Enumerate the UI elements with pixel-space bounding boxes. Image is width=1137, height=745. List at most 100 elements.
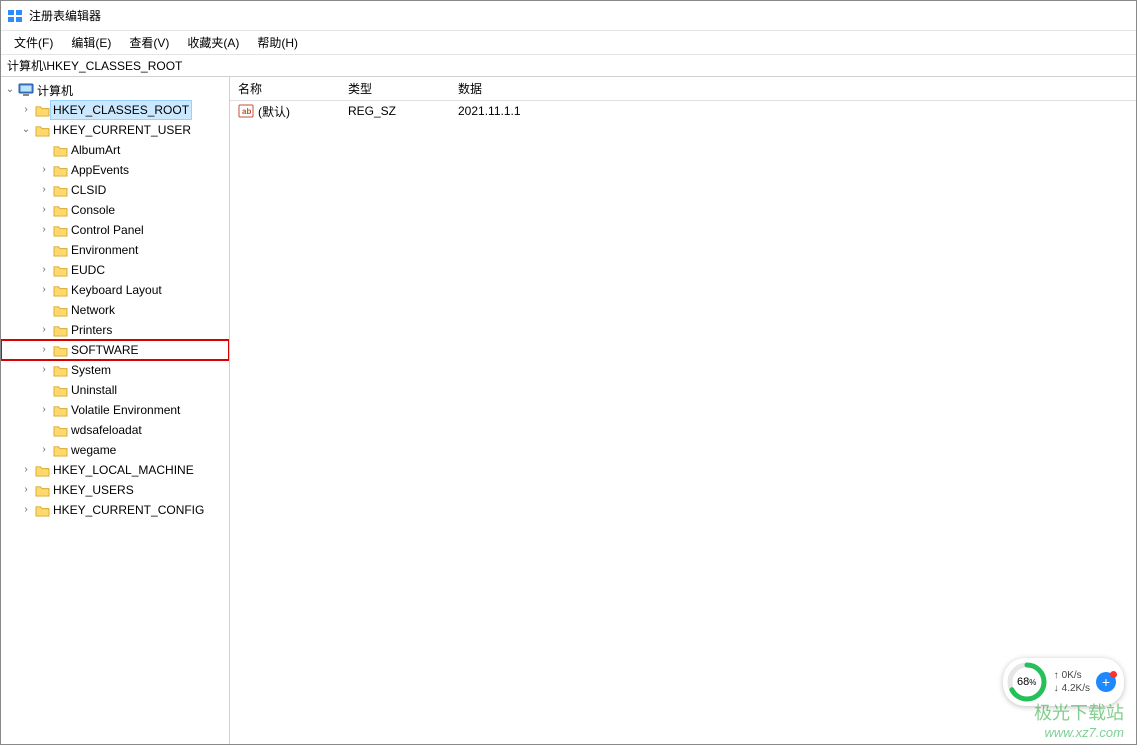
column-header-data[interactable]: 数据 [450,80,1136,97]
list-header: 名称 类型 数据 [230,77,1136,101]
list-row[interactable]: ab (默认) REG_SZ 2021.11.1.1 [230,101,1136,121]
tree-label: wdsafeloadat [69,421,144,439]
expand-toggle-icon[interactable] [37,165,51,175]
tree-item-hkcc[interactable]: HKEY_CURRENT_CONFIG [1,500,229,520]
folder-icon [51,384,69,397]
tree-label: AppEvents [69,161,131,179]
folder-icon [51,184,69,197]
tree-item-clsid[interactable]: CLSID [1,180,229,200]
usage-percent-unit: % [1029,678,1036,687]
menu-file[interactable]: 文件(F) [5,32,62,53]
address-text: 计算机\HKEY_CLASSES_ROOT [7,57,182,74]
tree-label: SOFTWARE [69,341,141,359]
menu-edit[interactable]: 编辑(E) [62,32,120,53]
tree-label: HKEY_LOCAL_MACHINE [51,461,196,479]
expand-toggle-icon[interactable] [37,185,51,195]
folder-icon [51,444,69,457]
tree-item-wdsafeloadat[interactable]: wdsafeloadat [1,420,229,440]
tree-label: Console [69,201,117,219]
tree-item-hkcr[interactable]: HKEY_CLASSES_ROOT [1,100,229,120]
expand-toggle-icon[interactable] [19,465,33,475]
tree-label: CLSID [69,181,108,199]
expand-toggle-icon[interactable] [37,345,51,355]
usage-ring-icon: 68% [1006,661,1048,703]
folder-icon [51,224,69,237]
string-value-icon: ab [238,104,254,118]
folder-icon [51,304,69,317]
expand-toggle-icon[interactable] [37,365,51,375]
expand-toggle-icon[interactable] [37,445,51,455]
tree-label: 计算机 [35,81,75,99]
tree-item-system[interactable]: System [1,360,229,380]
expand-toggle-icon[interactable] [3,85,17,95]
tree-label: Printers [69,321,114,339]
tree-item-network[interactable]: Network [1,300,229,320]
tree-item-environment[interactable]: Environment [1,240,229,260]
tree-pane[interactable]: 计算机 HKEY_CLASSES_ROOT HKEY_CURRENT_USER … [1,77,230,744]
expand-toggle-icon[interactable] [19,505,33,515]
expand-toggle-icon[interactable] [37,405,51,415]
tree-item-hklm[interactable]: HKEY_LOCAL_MACHINE [1,460,229,480]
menu-favorites[interactable]: 收藏夹(A) [178,32,248,53]
expand-toggle-icon[interactable] [37,325,51,335]
tree-item-appevents[interactable]: AppEvents [1,160,229,180]
expand-toggle-icon[interactable] [19,105,33,115]
folder-icon [51,204,69,217]
tree-label: Uninstall [69,381,119,399]
tree-item-console[interactable]: Console [1,200,229,220]
folder-icon [51,244,69,257]
folder-icon [51,284,69,297]
values-pane[interactable]: 名称 类型 数据 ab (默认) REG_SZ 2021.11.1.1 [230,77,1136,744]
column-header-type[interactable]: 类型 [340,80,450,97]
tree-item-controlpanel[interactable]: Control Panel [1,220,229,240]
expand-toggle-icon[interactable] [37,225,51,235]
tree-label: HKEY_CURRENT_USER [51,121,193,139]
folder-icon [51,424,69,437]
tree-item-wegame[interactable]: wegame [1,440,229,460]
expand-toggle-icon[interactable] [19,125,33,135]
tree-item-keyboard[interactable]: Keyboard Layout [1,280,229,300]
expand-toggle-icon[interactable] [19,485,33,495]
expand-toggle-icon[interactable] [37,285,51,295]
folder-icon [33,124,51,137]
tree-label: Control Panel [69,221,146,239]
address-bar[interactable]: 计算机\HKEY_CLASSES_ROOT [1,55,1136,77]
tree-label: Environment [69,241,140,259]
tree-item-software[interactable]: SOFTWARE [1,340,229,360]
computer-icon [17,83,35,97]
expand-toggle-icon[interactable] [37,205,51,215]
column-header-name[interactable]: 名称 [230,80,340,97]
menu-help[interactable]: 帮助(H) [248,32,307,53]
menu-view[interactable]: 查看(V) [120,32,178,53]
tree-item-uninstall[interactable]: Uninstall [1,380,229,400]
folder-icon [51,344,69,357]
tree-item-hku[interactable]: HKEY_USERS [1,480,229,500]
folder-icon [33,484,51,497]
tree-item-printers[interactable]: Printers [1,320,229,340]
folder-icon [51,264,69,277]
folder-icon [33,504,51,517]
tree-label: System [69,361,113,379]
app-icon [7,8,23,24]
tree-item-computer[interactable]: 计算机 [1,80,229,100]
title-bar: 注册表编辑器 [1,1,1136,31]
folder-icon [51,164,69,177]
tree-label: AlbumArt [69,141,122,159]
add-button[interactable]: + [1096,672,1116,692]
tree-item-volatile[interactable]: Volatile Environment [1,400,229,420]
tree-label: HKEY_USERS [51,481,136,499]
window-title: 注册表编辑器 [29,7,101,24]
performance-widget[interactable]: 68% ↑0K/s ↓4.2K/s + [1003,658,1124,706]
folder-icon [51,404,69,417]
expand-toggle-icon[interactable] [37,265,51,275]
tree-item-eudc[interactable]: EUDC [1,260,229,280]
upload-speed: 0K/s [1062,669,1082,682]
tree-label: HKEY_CURRENT_CONFIG [51,501,206,519]
folder-icon [51,364,69,377]
tree-label: wegame [69,441,118,459]
folder-icon [33,464,51,477]
tree-label: EUDC [69,261,107,279]
tree-item-albumart[interactable]: AlbumArt [1,140,229,160]
tree-item-hkcu[interactable]: HKEY_CURRENT_USER [1,120,229,140]
folder-icon [51,144,69,157]
